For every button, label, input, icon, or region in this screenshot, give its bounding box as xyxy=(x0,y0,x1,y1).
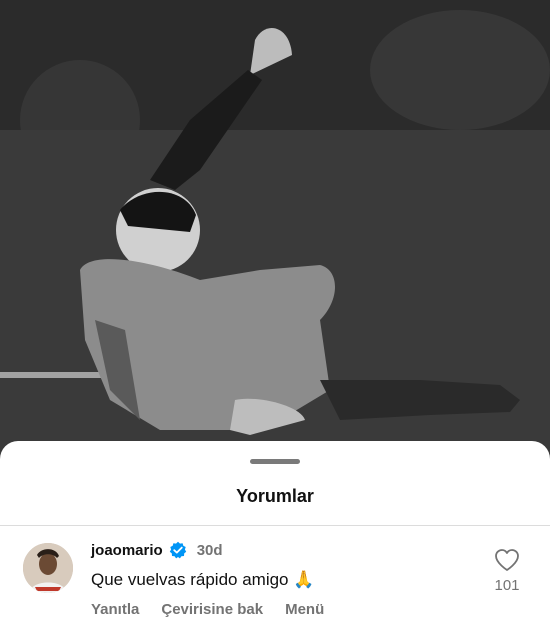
like-count: 101 xyxy=(494,577,520,594)
comment-actions: Yanıtla Çevirisine bak Menü xyxy=(91,601,324,618)
drag-handle[interactable] xyxy=(250,459,300,464)
comment-time: 30d xyxy=(196,541,223,559)
sheet-title: Yorumlar xyxy=(236,486,314,506)
heart-icon[interactable] xyxy=(494,548,520,572)
reply-button[interactable]: Yanıtla xyxy=(91,601,139,618)
translate-button[interactable]: Çevirisine bak xyxy=(161,601,263,618)
menu-button[interactable]: Menü xyxy=(285,601,324,618)
comment-text: Que vuelvas rápido amigo 🙏 xyxy=(91,570,315,589)
post-photo xyxy=(0,0,550,460)
divider xyxy=(0,525,550,526)
avatar[interactable] xyxy=(23,543,73,593)
username[interactable]: joaomario xyxy=(91,542,163,559)
comment-meta: joaomario 30d xyxy=(91,541,223,559)
verified-icon xyxy=(169,541,187,559)
comments-sheet: Yorumlar joaomario 30d Que vuelvas rápid… xyxy=(0,441,550,637)
